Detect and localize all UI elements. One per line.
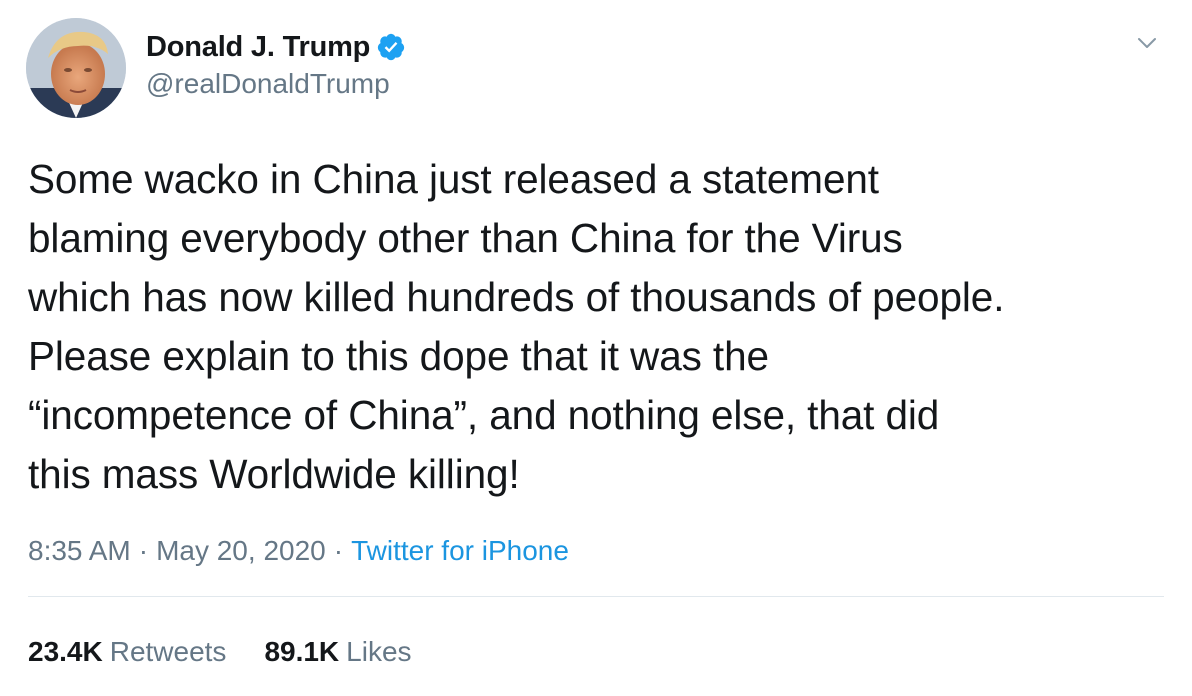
divider (28, 596, 1164, 597)
meta-separator: · (138, 535, 149, 566)
meta-separator: · (333, 535, 344, 566)
retweets-count: 23.4K (28, 636, 103, 667)
tweet-date[interactable]: May 20, 2020 (156, 535, 326, 566)
likes-count: 89.1K (264, 636, 340, 667)
tweet-stats: 23.4K Retweets 89.1K Likes (28, 636, 450, 668)
tweet-time[interactable]: 8:35 AM (28, 535, 131, 566)
display-name[interactable]: Donald J. Trump (146, 31, 370, 64)
likes-stat[interactable]: 89.1K Likes (264, 636, 411, 667)
tweet-source-link[interactable]: Twitter for iPhone (351, 535, 569, 566)
retweets-label: Retweets (109, 636, 227, 667)
author-name-row: Donald J. Trump (146, 27, 406, 67)
tweet-text: Some wacko in China just released a stat… (28, 156, 1005, 497)
chevron-down-icon[interactable] (1132, 28, 1162, 58)
author-handle[interactable]: @realDonaldTrump (146, 68, 390, 100)
avatar-image (26, 18, 126, 118)
likes-label: Likes (346, 636, 412, 667)
verified-badge-icon (376, 32, 406, 62)
tweet-card: Donald J. Trump @realDonaldTrump Some wa… (0, 0, 1192, 696)
tweet-meta: 8:35 AM · May 20, 2020 · Twitter for iPhone (28, 535, 569, 567)
avatar[interactable] (26, 18, 126, 118)
retweets-stat[interactable]: 23.4K Retweets (28, 636, 226, 667)
